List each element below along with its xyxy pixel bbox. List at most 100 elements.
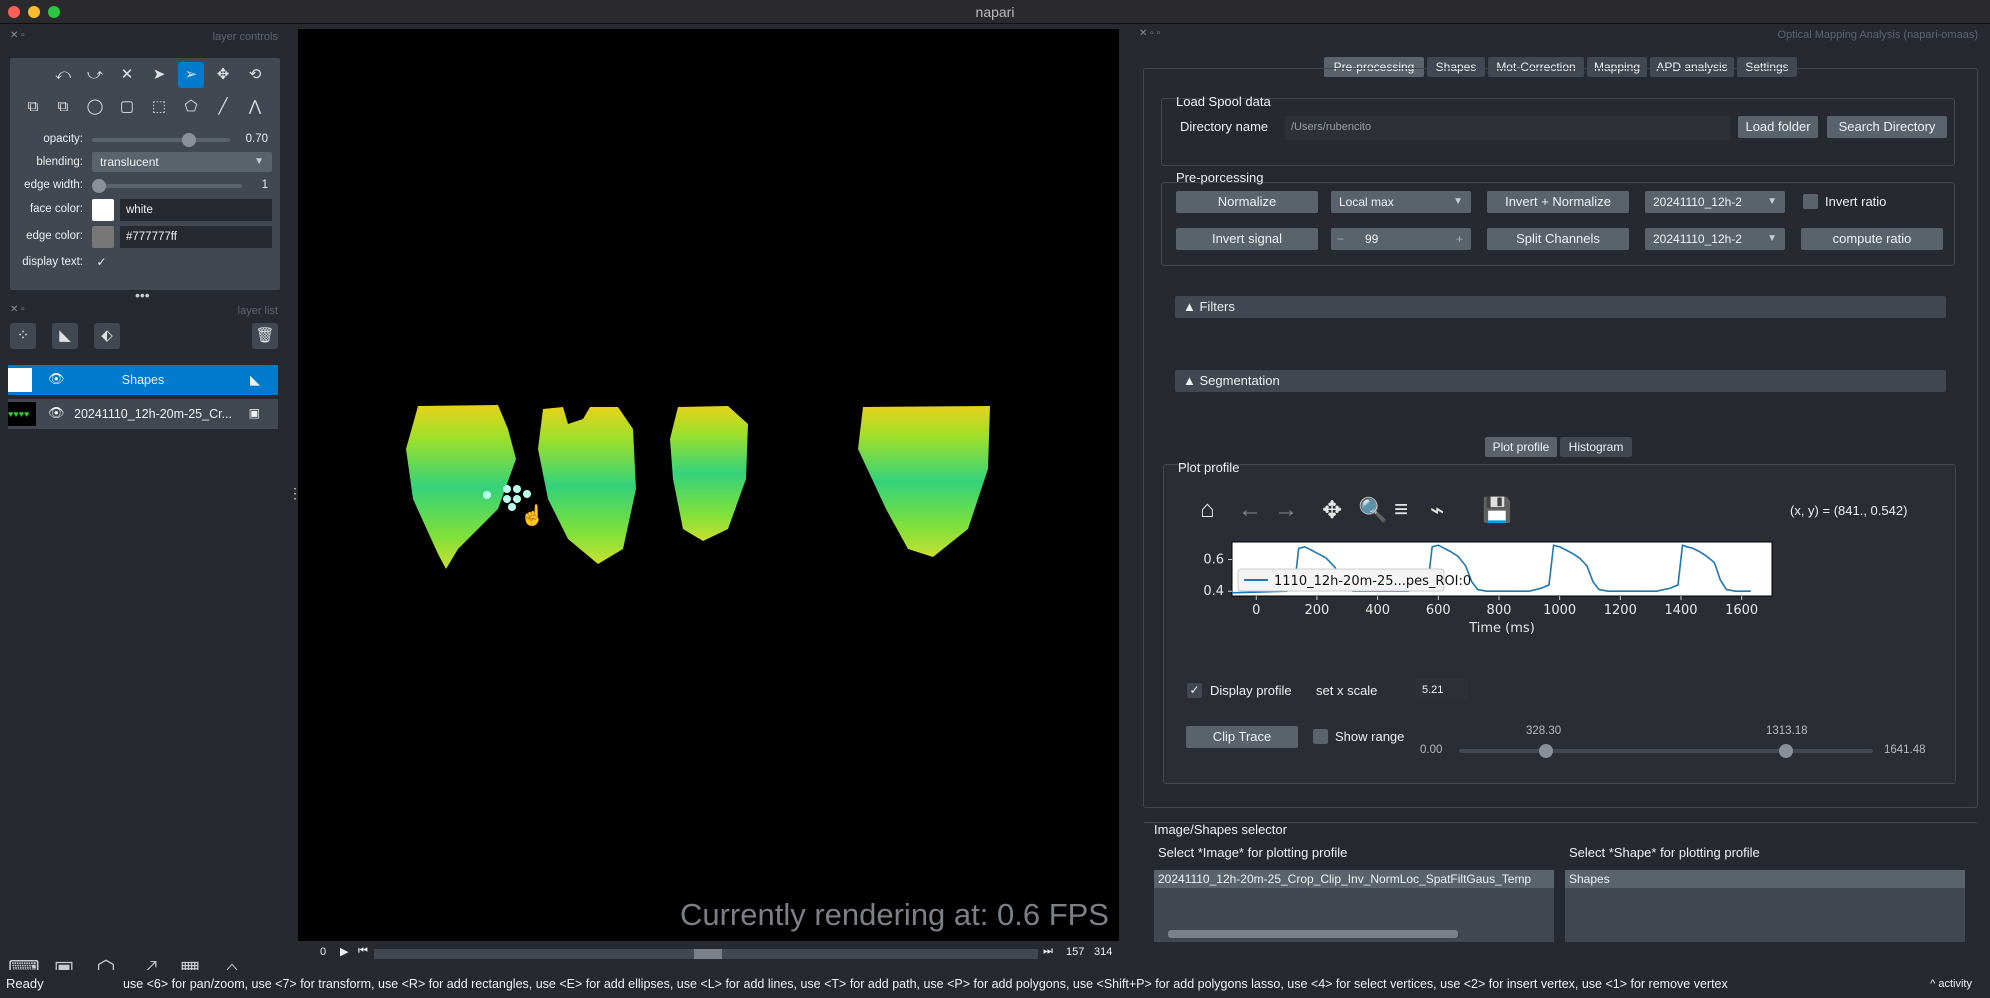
clip-trace-button[interactable]: Clip Trace xyxy=(1186,726,1298,748)
invert-signal-button[interactable]: Invert signal xyxy=(1176,228,1318,250)
zoom-icon[interactable]: 🔍 xyxy=(1358,496,1388,525)
line-icon[interactable]: ╱ xyxy=(210,94,236,120)
dock-float-icon[interactable]: ✕ ▫ xyxy=(10,304,25,315)
search-directory-button[interactable]: Search Directory xyxy=(1827,116,1947,138)
edge-color-field[interactable]: #777777ff xyxy=(120,226,272,248)
transform-icon[interactable]: ⟲ xyxy=(242,62,268,88)
edge-width-value: 1 xyxy=(261,179,268,191)
range-low-handle[interactable] xyxy=(1539,744,1553,758)
frame-slider-handle[interactable] xyxy=(694,949,722,959)
load-folder-button[interactable]: Load folder xyxy=(1738,116,1818,138)
image-select-2[interactable]: 20241110_12h-2 ▼ xyxy=(1645,228,1785,250)
edge-width-slider[interactable] xyxy=(92,179,242,193)
invert-normalize-button[interactable]: Invert + Normalize xyxy=(1487,191,1629,213)
directory-input[interactable]: /Users/rubencito xyxy=(1285,116,1730,140)
blending-value: translucent xyxy=(100,155,159,169)
edit-axis-icon[interactable]: ⌁ xyxy=(1430,496,1444,525)
compute-ratio-button[interactable]: compute ratio xyxy=(1801,228,1943,250)
normalize-method-select[interactable]: Local max ▼ xyxy=(1331,191,1471,213)
directory-value: /Users/rubencito xyxy=(1291,121,1372,133)
tab-histogram[interactable]: Histogram xyxy=(1560,437,1632,457)
home-icon[interactable]: ⌂ xyxy=(1200,496,1215,524)
step-forward-icon[interactable]: ⏭ xyxy=(1043,945,1053,958)
tab-plot-profile[interactable]: Plot profile xyxy=(1485,437,1557,457)
viewer-canvas[interactable]: ☝ Currently rendering at: 0.6 FPS xyxy=(298,29,1119,941)
edge-width-slider-handle[interactable] xyxy=(92,179,106,193)
normalize-method-value: Local max xyxy=(1339,195,1394,209)
new-points-layer-icon[interactable]: ⁘ xyxy=(10,323,36,349)
split-channels-button[interactable]: Split Channels xyxy=(1487,228,1629,250)
layer-row-shapes[interactable]: 👁 Shapes ◣ xyxy=(8,365,278,395)
rectangle-select-icon[interactable]: ⬚ xyxy=(146,94,172,120)
display-text-checkbox[interactable]: ✓ xyxy=(94,255,109,270)
edge-color-swatch[interactable] xyxy=(92,226,114,248)
show-range-checkbox[interactable] xyxy=(1313,729,1328,744)
invert-spinbox[interactable]: − 99 + xyxy=(1331,228,1471,250)
layer-row-image[interactable]: ♥♥♥♥ 👁 20241110_12h-20m-25_Cr... ▣ xyxy=(8,399,278,429)
close-window-button[interactable] xyxy=(8,6,20,18)
shape-list[interactable]: Shapes xyxy=(1565,870,1965,942)
play-icon[interactable]: ▶ xyxy=(340,945,348,958)
pan-zoom-icon[interactable]: ✥ xyxy=(210,62,236,88)
range-high-handle[interactable] xyxy=(1779,744,1793,758)
image-list-item[interactable]: 20241110_12h-20m-25_Crop_Clip_Inv_NormLo… xyxy=(1154,870,1554,888)
rectangle-icon[interactable]: ▢ xyxy=(114,94,140,120)
x-tick-label: 0 xyxy=(1252,603,1260,618)
display-text-label: display text: xyxy=(22,256,83,268)
dock-close-icon[interactable]: ✕ ▫ ▫ xyxy=(1139,28,1160,39)
polygon-icon[interactable]: ⬠ xyxy=(178,94,204,120)
normalize-button[interactable]: Normalize xyxy=(1176,191,1318,213)
move-to-front-icon[interactable]: ➤ xyxy=(146,62,172,88)
zoom-window-button[interactable] xyxy=(48,6,60,18)
select-vertices-icon[interactable]: ➢ xyxy=(178,62,204,88)
pan-icon[interactable]: ✥ xyxy=(1322,496,1342,525)
eye-icon[interactable]: 👁 xyxy=(48,405,65,421)
back-icon[interactable]: ← xyxy=(1238,496,1262,524)
profile-chart[interactable]: 0 200 400 600 800 1000 1200 1400 1600 0.4 0.6 1110_… xyxy=(1180,530,1940,660)
save-icon[interactable]: 💾 xyxy=(1482,496,1512,525)
layer-controls-header: ✕ ▫ layer controls xyxy=(0,29,290,45)
move-back-icon[interactable]: ⧉ xyxy=(20,94,46,120)
invert-ratio-checkbox[interactable] xyxy=(1803,194,1818,209)
frame-slider[interactable] xyxy=(374,949,1038,959)
display-profile-checkbox[interactable]: ✓ xyxy=(1187,683,1202,698)
dock-float-icon[interactable]: ✕ ▫ xyxy=(10,30,25,41)
segmentation-section-header[interactable]: ▲ Segmentation xyxy=(1175,370,1946,392)
roi-marker[interactable] xyxy=(483,491,491,499)
face-color-swatch[interactable] xyxy=(92,199,114,221)
shape-list-item[interactable]: Shapes xyxy=(1565,870,1965,888)
range-slider[interactable] xyxy=(1459,744,1873,758)
opacity-slider[interactable] xyxy=(92,133,230,147)
face-color-field[interactable]: white xyxy=(120,199,272,221)
activity-button[interactable]: ^ activity xyxy=(1930,972,1972,996)
filters-section-header[interactable]: ▲ Filters xyxy=(1175,296,1946,318)
delete-shape-icon[interactable]: ✕ xyxy=(114,62,140,88)
image-list-scrollbar[interactable] xyxy=(1168,930,1458,938)
eye-icon[interactable]: 👁 xyxy=(48,371,65,387)
image-select-1[interactable]: 20241110_12h-2 ▼ xyxy=(1645,191,1785,213)
window-title: napari xyxy=(975,4,1015,20)
step-back-icon[interactable]: ⏮ xyxy=(358,945,368,958)
opacity-slider-handle[interactable] xyxy=(182,133,196,147)
blending-select[interactable]: translucent ▼ xyxy=(92,152,272,172)
spin-plus-button[interactable]: + xyxy=(1456,228,1463,250)
new-labels-layer-icon[interactable]: ⬖ xyxy=(94,323,120,349)
insert-vertex-icon[interactable]: ⤻ xyxy=(82,62,108,88)
forward-icon[interactable]: → xyxy=(1274,496,1298,524)
minimize-window-button[interactable] xyxy=(28,6,40,18)
range-low-value: 328.30 xyxy=(1526,725,1562,737)
dims-frame: 157 xyxy=(1066,946,1085,958)
x-scale-input[interactable]: 5.21 xyxy=(1416,679,1468,701)
splitter-handle[interactable]: ••• xyxy=(135,287,150,303)
x-tick-label: 1000 xyxy=(1543,603,1576,618)
configure-subplots-icon[interactable]: ≡ xyxy=(1394,496,1408,524)
move-front-icon[interactable]: ⧉ xyxy=(50,94,76,120)
path-icon[interactable]: ⋀ xyxy=(242,94,268,120)
delete-layer-icon[interactable]: 🗑 xyxy=(252,323,278,349)
ellipse-icon[interactable]: ◯ xyxy=(82,94,108,120)
spin-minus-button[interactable]: − xyxy=(1337,228,1344,250)
layer-thumbnail: ♥♥♥♥ xyxy=(8,402,36,426)
image-list[interactable]: 20241110_12h-20m-25_Crop_Clip_Inv_NormLo… xyxy=(1154,870,1554,942)
remove-vertex-icon[interactable]: ⤺ xyxy=(50,62,76,88)
new-shapes-layer-icon[interactable]: ◣ xyxy=(52,323,78,349)
